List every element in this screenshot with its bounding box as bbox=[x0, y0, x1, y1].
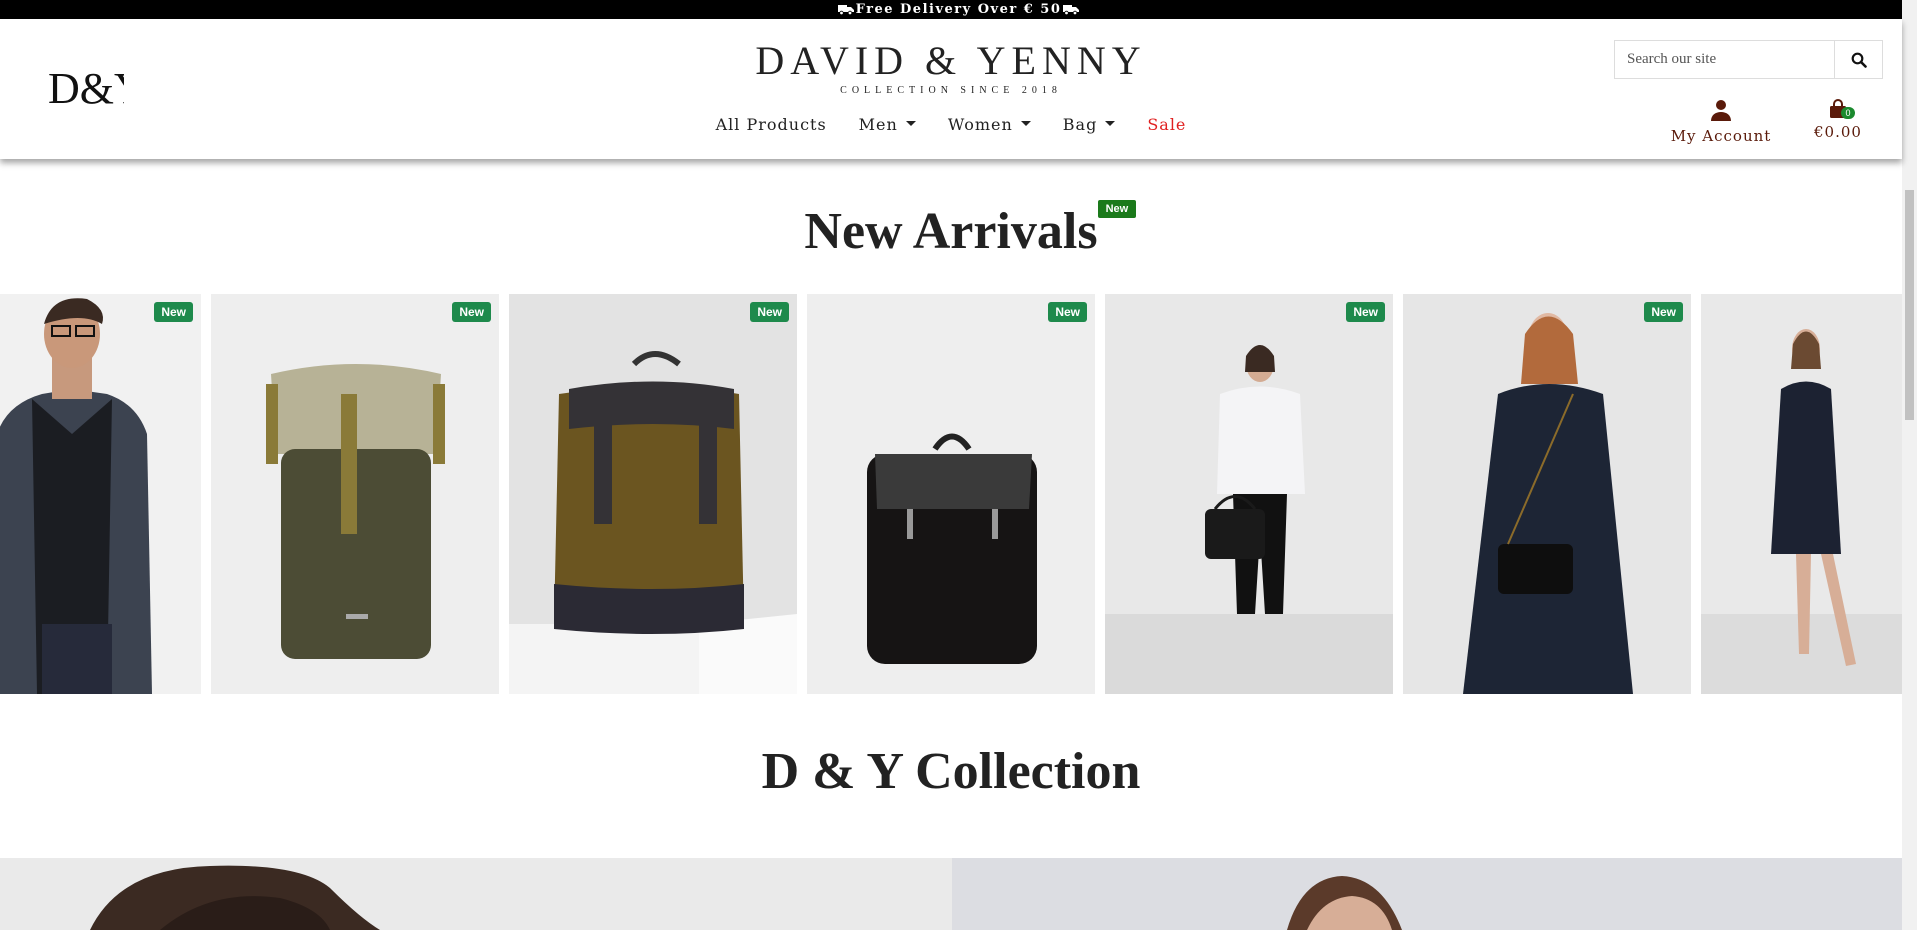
nav-sale[interactable]: Sale bbox=[1131, 115, 1202, 134]
product-image bbox=[0, 294, 201, 694]
banner-text: Free Delivery Over € 50 bbox=[855, 2, 1062, 17]
new-badge: New bbox=[452, 302, 491, 322]
nav-label: Bag bbox=[1062, 115, 1098, 134]
caret-down-icon bbox=[1020, 120, 1031, 126]
product-image bbox=[1403, 294, 1691, 694]
account-label: My Account bbox=[1670, 127, 1772, 145]
my-account-link[interactable]: My Account bbox=[1670, 99, 1772, 145]
section-heading: New Arrivals bbox=[804, 203, 1098, 260]
product-image bbox=[211, 294, 499, 694]
product-card[interactable]: New bbox=[509, 294, 797, 694]
cart-total: €0.00 bbox=[1814, 123, 1862, 141]
product-card[interactable]: New bbox=[211, 294, 499, 694]
new-badge: New bbox=[1346, 302, 1385, 322]
search-button[interactable] bbox=[1834, 41, 1882, 78]
truck-icon bbox=[837, 4, 854, 15]
product-image bbox=[1105, 294, 1393, 694]
product-card[interactable]: New bbox=[1403, 294, 1691, 694]
cart-count-badge: 0 bbox=[1841, 107, 1855, 119]
collection-image bbox=[952, 858, 1902, 930]
cart-link[interactable]: 0 €0.00 bbox=[1808, 99, 1868, 141]
product-card[interactable]: New bbox=[1105, 294, 1393, 694]
nav-all-products[interactable]: All Products bbox=[700, 115, 843, 134]
search-box bbox=[1614, 40, 1883, 79]
caret-down-icon bbox=[905, 120, 916, 126]
truck-icon bbox=[1063, 4, 1080, 15]
nav-label: Women bbox=[947, 115, 1013, 134]
collection-image bbox=[0, 858, 952, 930]
nav-label: Men bbox=[858, 115, 898, 134]
product-card[interactable]: New bbox=[0, 294, 201, 694]
collection-image-left[interactable] bbox=[0, 858, 952, 930]
new-arrivals-title: New Arrivals New bbox=[0, 200, 1902, 261]
new-badge: New bbox=[1644, 302, 1683, 322]
new-badge: New bbox=[154, 302, 193, 322]
caret-down-icon bbox=[1105, 120, 1116, 126]
new-badge: New bbox=[1048, 302, 1087, 322]
nav-women[interactable]: Women bbox=[932, 115, 1047, 134]
nav-label: Sale bbox=[1147, 115, 1187, 134]
new-arrivals-carousel: New New New New New New bbox=[0, 294, 1902, 694]
new-badge: New bbox=[1097, 200, 1137, 218]
product-card[interactable]: New bbox=[807, 294, 1095, 694]
user-icon bbox=[1711, 100, 1731, 121]
nav-label: All Products bbox=[715, 115, 827, 134]
product-image bbox=[1701, 294, 1902, 694]
collection-image-right[interactable] bbox=[952, 858, 1902, 930]
site-header: D&Y DAVID & YENNY COLLECTION SINCE 2018 … bbox=[0, 19, 1902, 159]
scrollbar-thumb[interactable] bbox=[1905, 190, 1914, 420]
product-image bbox=[509, 294, 797, 694]
collection-title: D & Y Collection bbox=[761, 743, 1141, 800]
nav-men[interactable]: Men bbox=[843, 115, 932, 134]
product-card[interactable] bbox=[1701, 294, 1902, 694]
main-nav: All Products Men Women Bag Sale bbox=[0, 115, 1902, 134]
product-image bbox=[807, 294, 1095, 694]
search-input[interactable] bbox=[1615, 41, 1834, 78]
free-delivery-banner: Free Delivery Over € 50 bbox=[0, 0, 1917, 19]
new-badge: New bbox=[750, 302, 789, 322]
search-icon bbox=[1851, 52, 1867, 68]
brand-tagline: COLLECTION SINCE 2018 bbox=[840, 85, 1062, 96]
page-scrollbar[interactable] bbox=[1902, 0, 1917, 930]
nav-bag[interactable]: Bag bbox=[1047, 115, 1132, 134]
